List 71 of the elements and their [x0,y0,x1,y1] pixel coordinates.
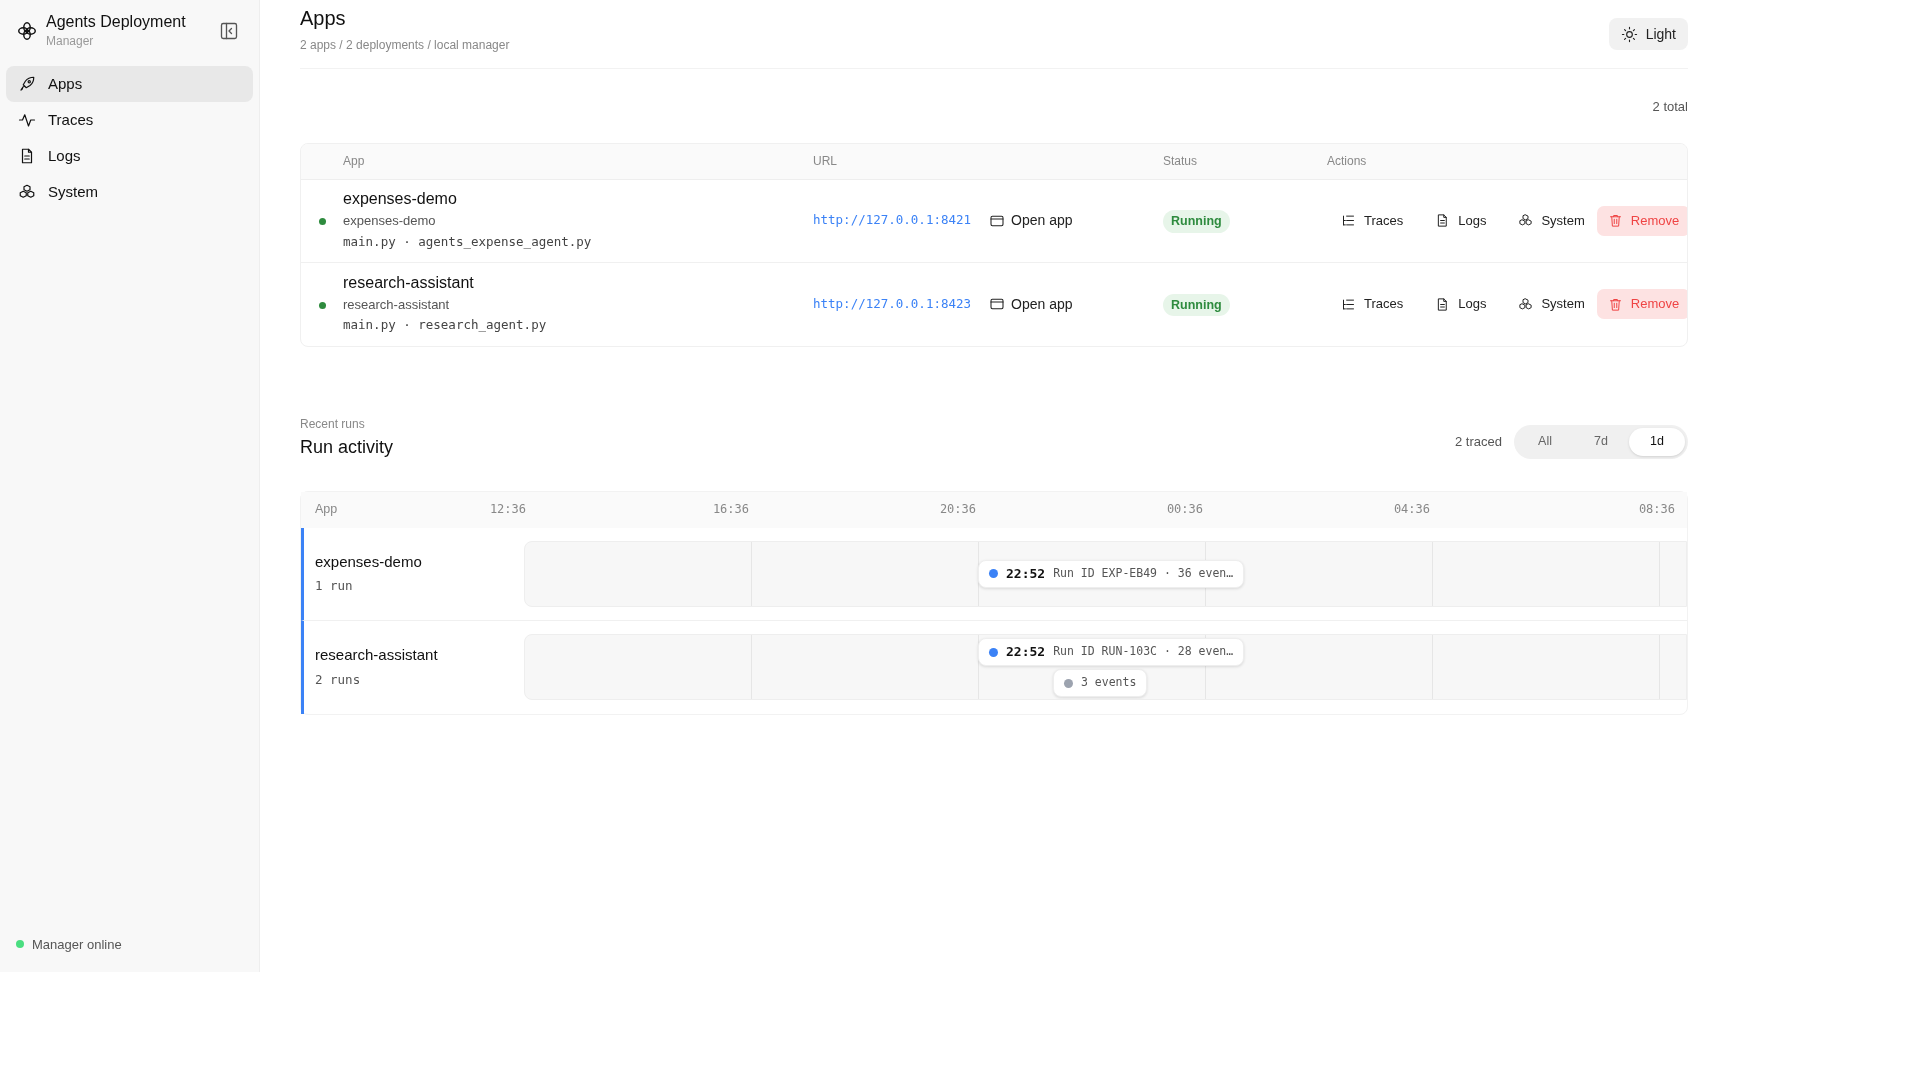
time-tick: 08:36 [1638,501,1675,519]
action-button[interactable]: Traces [1331,289,1414,319]
apps-count: 2 total [1652,98,1688,116]
entry-files: main.py · agents_expense_agent.py [343,232,593,251]
app-title: Agents Deployment [46,12,187,32]
run-label: Run ID RUN-103C · 28 even… [1053,643,1234,661]
time-tick: 20:36 [939,502,976,517]
run-count: 1 run [315,577,354,596]
url-link[interactable]: http://127.0.0.1:8421 [813,211,972,230]
trash-icon [1607,213,1623,228]
action-button[interactable]: Logs [1425,289,1497,319]
section-eyebrow: Recent runs [300,415,366,433]
run-time: 22:52 [1006,643,1046,662]
list-tree-icon [1341,213,1356,228]
url-link[interactable]: http://127.0.0.1:8423 [813,294,972,314]
page-subtitle: 2 apps / 2 deployments / local manager [300,37,510,54]
column-header: URL [813,153,838,170]
action-button[interactable]: System [1508,289,1595,319]
range-tab[interactable]: All [1517,427,1573,456]
deployment-name: research-assistant [343,295,451,314]
sidebar-item[interactable]: Apps [6,66,253,102]
time-tick: 16:36 [712,502,749,517]
pulse-icon [18,111,36,129]
sidebar-item[interactable]: Traces [6,102,253,138]
list-tree-icon [1341,296,1356,312]
deployment-name: expenses-demo [343,212,437,231]
column-header: Status [1163,153,1199,170]
sidebar-item[interactable]: System [6,174,253,210]
section-title: Run activity [300,435,394,459]
knot-logo-icon [16,20,38,42]
column-header: Actions [1327,153,1368,170]
app-name: expenses-demo [343,189,458,210]
column-header: App [343,153,366,170]
sun-icon [1620,25,1638,43]
status-badge: Running [1163,210,1230,233]
run-label: 3 events [1081,674,1137,692]
status-badge: Running [1163,293,1230,317]
rocket-icon [18,75,36,93]
time-tick: 04:36 [1393,502,1430,517]
traced-count: 2 traced [1455,432,1502,451]
trash-icon [1607,296,1623,312]
range-tab[interactable]: 1d [1629,427,1685,456]
action-button[interactable]: Traces [1331,205,1414,236]
collapse-panel-icon [219,21,239,41]
cubes-icon [18,183,36,201]
action-button[interactable]: System [1508,205,1595,236]
run-pill[interactable]: 22:52 Run ID EXP-EB49 · 36 even… [978,559,1245,588]
app-name: expenses-demo [315,551,423,572]
action-button[interactable]: Logs [1425,205,1497,236]
range-tab[interactable]: 7d [1573,427,1629,456]
run-count: 2 runs [315,670,362,689]
cubes-icon [1518,213,1534,228]
run-pill[interactable]: 3 events [1053,669,1148,697]
app-name: research-assistant [343,272,475,293]
open-app-button[interactable]: Open app [989,293,1073,315]
app-name: research-assistant [315,645,439,666]
run-pill[interactable]: 22:52 Run ID RUN-103C · 28 even… [978,638,1245,666]
page-title: Apps [300,6,347,30]
run-label: Run ID EXP-EB49 · 36 even… [1053,564,1234,582]
column-header: App [315,502,338,517]
run-time: 22:52 [1006,564,1046,583]
open-app-button[interactable]: Open app [989,210,1073,231]
status-text: Manager online [32,935,122,954]
app-subtitle: Manager [46,33,95,50]
cubes-icon [1518,296,1534,312]
time-tick: 00:36 [1166,502,1203,517]
theme-toggle-button[interactable]: Light [1608,18,1688,50]
window-icon [989,296,1006,312]
entry-files: main.py · research_agent.py [343,316,548,335]
sidebar-item[interactable]: Logs [6,138,253,174]
time-tick: 12:36 [489,502,526,517]
